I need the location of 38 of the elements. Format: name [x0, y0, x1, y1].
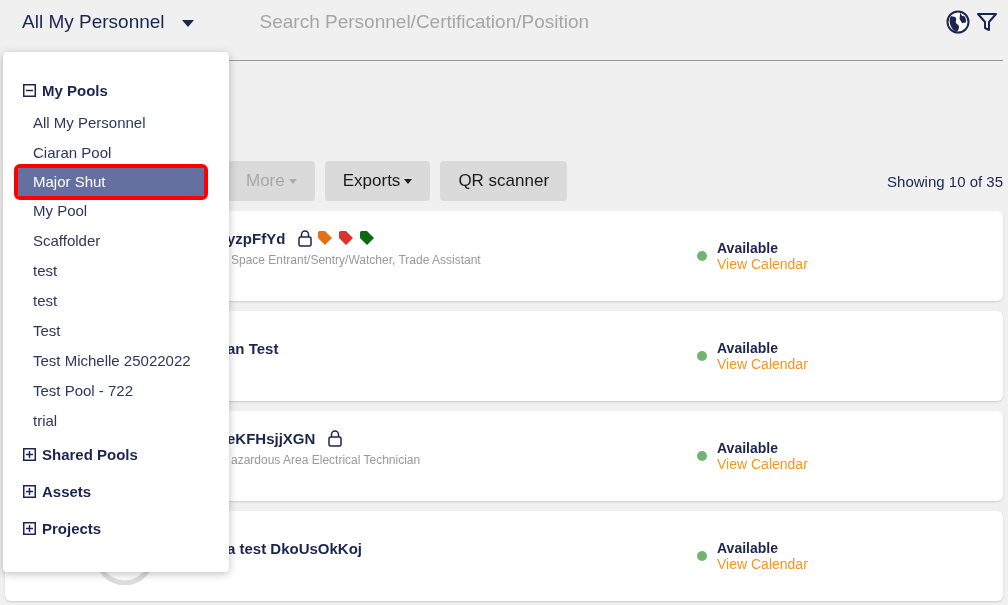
toolbar-button[interactable]: Exports: [324, 161, 431, 201]
results-count: Showing 10 of 35: [887, 172, 1003, 190]
section-header[interactable]: Projects: [21, 516, 211, 540]
pool-item[interactable]: Test Pool - 722: [21, 376, 211, 406]
filter-icon[interactable]: [976, 11, 998, 33]
pool-item[interactable]: Ciaran Pool: [21, 138, 211, 168]
personnel-role: Space Entrant/Sentry/Watcher, Trade Assistant: [230, 252, 482, 267]
availability-status: Available: [717, 540, 779, 556]
pool-selector[interactable]: All My Personnel: [22, 11, 194, 33]
pool-item[interactable]: Test: [21, 316, 211, 346]
pool-item[interactable]: test: [21, 256, 211, 286]
section-header[interactable]: My Pools: [21, 78, 211, 102]
pool-item[interactable]: trial: [21, 406, 211, 436]
pool-item[interactable]: Scaffolder: [21, 226, 211, 256]
availability-status: Available: [717, 340, 779, 356]
personnel-name[interactable]: eKFHsjjXGN: [227, 429, 316, 447]
availability-status: Available: [717, 240, 779, 256]
section-header[interactable]: Assets: [21, 479, 211, 503]
section-header[interactable]: Shared Pools: [21, 442, 211, 466]
caret-icon: [181, 19, 194, 27]
pool-item[interactable]: All My Personnel: [21, 108, 211, 138]
search-field[interactable]: Search Personnel/Certification/Position: [257, 10, 938, 34]
collapse-icon[interactable]: [23, 83, 36, 97]
pool-item[interactable]: My Pool: [21, 196, 211, 226]
expand-icon[interactable]: [23, 521, 36, 535]
expand-icon[interactable]: [23, 484, 36, 498]
status-dot: [697, 351, 707, 361]
pool-item[interactable]: Test Michelle 25022022: [21, 346, 211, 376]
expand-icon[interactable]: [23, 447, 36, 461]
pool-item[interactable]: test: [21, 286, 211, 316]
toolbar-button[interactable]: QR scanner: [440, 161, 568, 201]
personnel-name[interactable]: yzpFfYd: [227, 229, 286, 247]
status-dot: [697, 451, 707, 461]
status-dot: [697, 251, 707, 261]
status-dot: [697, 551, 707, 561]
personnel-role: azardous Area Electrical Technician: [230, 452, 422, 467]
globe-icon[interactable]: [946, 10, 970, 34]
availability-status: Available: [717, 440, 779, 456]
